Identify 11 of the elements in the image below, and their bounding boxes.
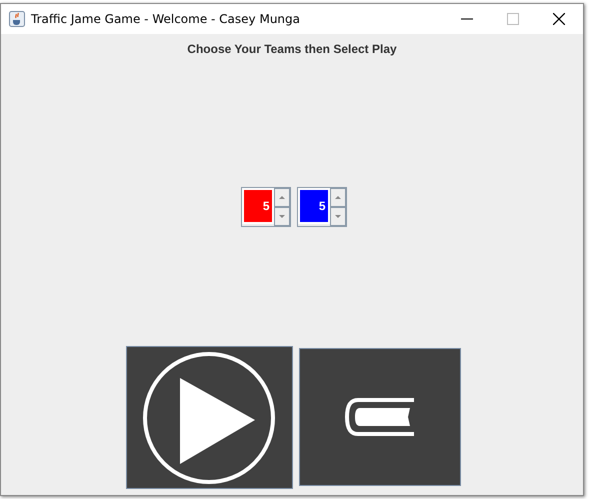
close-icon[interactable] [553, 13, 565, 25]
play-button[interactable] [126, 346, 292, 489]
team-spinner-field[interactable]: 5 [242, 188, 274, 224]
window-title: Traffic Jame Game - Welcome - Casey Munga [31, 12, 300, 26]
rules-button[interactable] [298, 348, 460, 486]
play-icon [142, 350, 276, 484]
heading: Choose Your Teams then Select Play [187, 42, 397, 56]
maximize-icon[interactable] [507, 13, 519, 25]
coffee-cup-icon [9, 11, 25, 27]
team-spinner-field[interactable]: 5 [298, 188, 330, 224]
book-icon [344, 398, 416, 436]
